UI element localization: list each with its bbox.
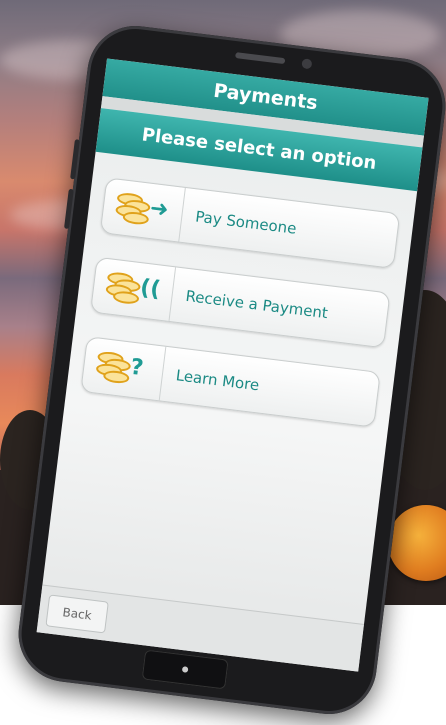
- option-label: Pay Someone: [194, 207, 298, 238]
- coins-icon: [95, 350, 132, 385]
- speaker-grille: [235, 52, 286, 65]
- phone-screen: ⚠ ⑂ ⚠ ▂▄▆ 1 Payments Please select an op…: [36, 58, 429, 672]
- wireless-waves-icon: ((: [138, 275, 162, 303]
- option-label: Receive a Payment: [184, 286, 329, 323]
- camera: [301, 58, 313, 70]
- battery-icon: [389, 76, 413, 92]
- option-label: Learn More: [174, 366, 261, 395]
- home-icon: [181, 666, 189, 673]
- arrow-right-icon: ➜: [148, 195, 170, 223]
- home-button[interactable]: [141, 649, 229, 690]
- option-icon-box: ➜: [100, 178, 186, 242]
- options-list: ➜ Pay Someone (( Receive a Payment ? Lea…: [77, 177, 401, 451]
- coins-icon: [104, 271, 142, 306]
- question-mark-icon: ?: [129, 354, 145, 382]
- signal-icon: ▂▄▆: [359, 72, 387, 89]
- status-time: 1: [414, 78, 425, 95]
- pay-someone-button[interactable]: ➜ Pay Someone: [99, 177, 401, 269]
- receive-payment-button[interactable]: (( Receive a Payment: [89, 256, 391, 349]
- option-icon-box: ?: [81, 337, 167, 401]
- learn-more-button[interactable]: ? Learn More: [80, 336, 381, 428]
- back-button[interactable]: Back: [45, 594, 109, 634]
- option-icon-box: ((: [91, 257, 177, 322]
- coins-icon: [114, 191, 151, 226]
